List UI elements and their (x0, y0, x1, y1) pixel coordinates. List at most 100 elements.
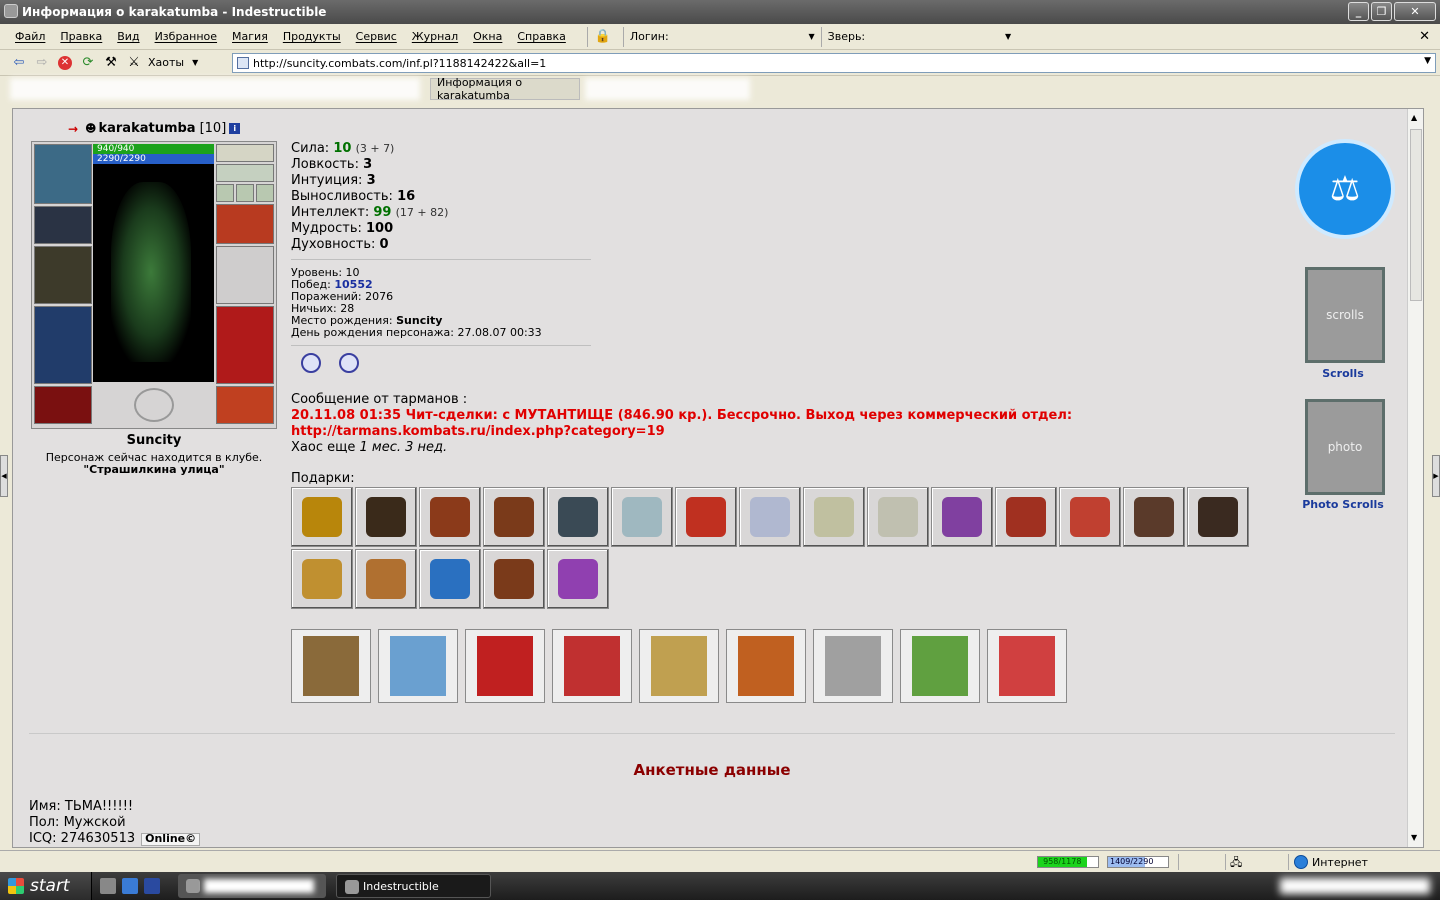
gift-icon (558, 559, 598, 599)
menu-magic[interactable]: Магия (232, 30, 268, 43)
postcard-item[interactable] (552, 629, 632, 703)
hp-status-bar: 958/1178 (1037, 856, 1099, 868)
gift-item[interactable] (547, 487, 609, 547)
vertical-scrollbar[interactable]: ▲ ▼ (1407, 109, 1423, 847)
menu-edit[interactable]: Правка (60, 30, 102, 43)
gift-item[interactable] (803, 487, 865, 547)
chevron-down-icon[interactable]: ▼ (192, 58, 198, 67)
close-icon[interactable]: ✕ (1419, 29, 1430, 44)
belt-slot[interactable] (34, 386, 92, 424)
gift-item[interactable] (931, 487, 993, 547)
ring-slot-2[interactable] (236, 184, 254, 202)
right-panel-toggle[interactable]: ▶ (1432, 455, 1440, 497)
armor-slot[interactable] (34, 306, 92, 384)
character-level: [10] (199, 121, 227, 136)
clan-badge-icon[interactable] (301, 353, 321, 373)
online-badge[interactable]: Online © (141, 832, 201, 846)
taskbar-item-indestructible[interactable]: Indestructible (336, 874, 491, 898)
legs-slot[interactable] (216, 306, 274, 384)
beast-dropdown[interactable]: ▼ (871, 28, 1011, 46)
scrolls-link[interactable]: Scrolls (1283, 367, 1403, 380)
gift-item[interactable] (483, 487, 545, 547)
gift-item[interactable] (611, 487, 673, 547)
postcard-item[interactable] (639, 629, 719, 703)
stat-row: Интуиция: 3 (291, 173, 448, 189)
postcard-item[interactable] (813, 629, 893, 703)
app-icon (345, 880, 359, 894)
restore-button[interactable]: ❐ (1371, 2, 1392, 21)
gift-item[interactable] (419, 549, 481, 609)
gift-item[interactable] (291, 549, 353, 609)
postcard-item[interactable] (378, 629, 458, 703)
postcard-item[interactable] (465, 629, 545, 703)
tab-character-info[interactable]: Информация о karakatumba (430, 76, 580, 102)
stop-button[interactable]: ✕ (56, 54, 74, 72)
ring-slot-3[interactable] (256, 184, 274, 202)
forward-icon[interactable]: ⇨ (33, 54, 51, 72)
gift-item[interactable] (1187, 487, 1249, 547)
gift-item[interactable] (291, 487, 353, 547)
lock-icon[interactable]: 🔒 (594, 28, 612, 46)
align-badge-icon[interactable] (339, 353, 359, 373)
left-panel-toggle[interactable]: ◀ (0, 455, 8, 497)
start-button[interactable]: start (0, 872, 92, 900)
ring-slot-1[interactable] (216, 184, 234, 202)
close-window-button[interactable]: ✕ (1394, 2, 1436, 21)
photo-scrolls-link[interactable]: Photo Scrolls (1283, 498, 1403, 511)
ie-icon[interactable] (122, 878, 138, 894)
gift-item[interactable] (1059, 487, 1121, 547)
mode-dropdown[interactable]: Хаоты (148, 56, 184, 69)
tools-icon[interactable]: ⚒ (102, 54, 120, 72)
menu-favorites[interactable]: Избранное (155, 30, 217, 43)
postcard-item[interactable] (900, 629, 980, 703)
helmet-slot[interactable] (34, 144, 92, 204)
menu-windows[interactable]: Окна (473, 30, 502, 43)
gloves-slot[interactable] (216, 204, 274, 244)
earring-slot[interactable] (216, 144, 274, 162)
gift-item[interactable] (995, 487, 1057, 547)
postcard-image (564, 636, 620, 696)
media-icon[interactable] (144, 878, 160, 894)
scroll-down-icon[interactable]: ▼ (1411, 833, 1417, 842)
gift-item[interactable] (867, 487, 929, 547)
menu-service[interactable]: Сервис (356, 30, 397, 43)
refresh-icon[interactable]: ⟳ (79, 54, 97, 72)
gift-item[interactable] (1123, 487, 1185, 547)
photo-scrolls-icon[interactable]: photo (1305, 399, 1385, 495)
menu-view[interactable]: Вид (117, 30, 139, 43)
gift-item[interactable] (547, 549, 609, 609)
gift-item[interactable] (355, 549, 417, 609)
address-bar[interactable]: http://suncity.combats.com/inf.pl?118814… (232, 53, 1436, 73)
back-icon[interactable]: ⇦ (10, 54, 28, 72)
boots-slot[interactable] (216, 386, 274, 424)
gift-item[interactable] (483, 549, 545, 609)
scrolls-icon[interactable]: scrolls (1305, 267, 1385, 363)
login-dropdown[interactable]: ▼ (675, 28, 815, 46)
menu-help[interactable]: Справка (517, 30, 565, 43)
minimize-button[interactable]: _ (1348, 2, 1369, 21)
menu-products[interactable]: Продукты (283, 30, 341, 43)
scroll-thumb[interactable] (1410, 129, 1422, 301)
gift-item[interactable] (675, 487, 737, 547)
gift-item[interactable] (739, 487, 801, 547)
offhand-slot[interactable] (216, 246, 274, 304)
postcard-item[interactable] (987, 629, 1067, 703)
postcard-item[interactable] (291, 629, 371, 703)
tab-redacted[interactable] (10, 78, 420, 100)
desktop-icon[interactable] (100, 878, 116, 894)
taskbar-item-redacted[interactable] (178, 874, 326, 898)
scroll-up-icon[interactable]: ▲ (1411, 113, 1417, 122)
menu-journal[interactable]: Журнал (412, 30, 458, 43)
amulet-slot[interactable] (216, 164, 274, 182)
message-link[interactable]: http://tarmans.kombats.ru/index.php?cate… (291, 424, 1072, 440)
bracers-slot[interactable] (34, 206, 92, 244)
chevron-down-icon[interactable]: ▼ (1424, 56, 1431, 66)
postcard-item[interactable] (726, 629, 806, 703)
weapon-slot[interactable] (34, 246, 92, 304)
gift-item[interactable] (419, 487, 481, 547)
scales-icon[interactable]: ⚖ (1295, 139, 1395, 239)
gift-item[interactable] (355, 487, 417, 547)
tab-redacted[interactable] (585, 78, 750, 100)
menu-file[interactable]: Файл (15, 30, 45, 43)
info-icon[interactable]: i (229, 123, 241, 134)
